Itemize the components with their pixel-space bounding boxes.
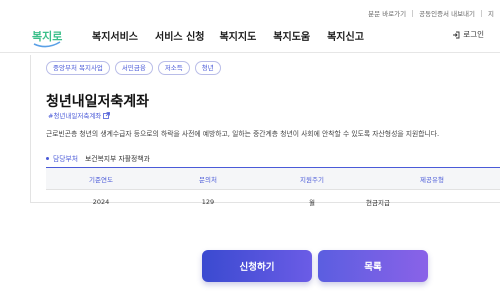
cert-export-link[interactable]: 공동인증서 내보내기 [413,8,481,18]
login-button[interactable]: 로그인 [452,29,484,40]
skip-link[interactable]: 분문 바로가기 [362,8,412,18]
tag-central-ministry[interactable]: 중앙부처 복지사업 [46,61,110,75]
nav-welfare-map[interactable]: 복지지도 [219,28,256,43]
list-button[interactable]: 목록 [318,250,428,282]
table-header-row: 기준연도 문의처 지원주기 제공유형 [46,168,500,190]
hashtag-link[interactable]: #청년내일저축계좌 [48,110,111,120]
nav-welfare-service[interactable]: 복지서비스 [92,28,138,43]
main-nav: 복지서비스 서비스 신청 복지지도 복지도움 복지신고 [92,28,381,43]
header: 복지로 복지서비스 서비스 신청 복지지도 복지도움 복지신고 로그인 [0,20,500,52]
header-divider [0,52,500,53]
department-value: 보건복지부 자활정책과 [85,155,150,163]
nav-welfare-report[interactable]: 복지신고 [327,28,364,43]
external-link-icon [103,111,111,119]
utility-bar: 분문 바로가기 공동인증서 내보내기 지 [362,6,500,20]
page-title: 청년내일저축계좌 [46,94,150,110]
cell-year: 2024 [92,198,110,206]
cell-contact: 129 [201,198,215,206]
logo-text: 복지로 [32,29,62,43]
cell-type: 현금지급 [366,199,390,207]
login-icon [453,31,460,38]
bullet-icon [46,156,49,160]
tag-microfinance[interactable]: 서민금융 [114,61,153,75]
header-year: 기준연도 [89,175,113,184]
service-description: 근로빈곤층 청년의 생계수급자 등으로의 하락을 사전에 예방하고, 일하는 중… [46,130,440,138]
table-row: 2024 129 월 현금지급 [46,190,500,214]
nav-service-apply[interactable]: 서비스 신청 [155,28,204,43]
header-contact: 문의처 [199,175,217,184]
tag-list: 중앙부처 복지사업 서민금융 저소득 청년 [46,61,221,75]
info-table: 기준연도 문의처 지원주기 제공유형 2024 129 월 현금지급 [46,167,500,214]
header-cycle: 지원주기 [300,175,324,184]
cell-cycle: 월 [309,199,315,207]
department-label: 담당부처 [53,155,79,163]
nav-welfare-help[interactable]: 복지도움 [273,28,310,43]
util-link-more[interactable]: 지 [482,8,500,18]
login-label: 로그인 [463,30,484,39]
tag-low-income[interactable]: 저소득 [157,61,190,75]
apply-button[interactable]: 신청하기 [202,250,312,282]
tag-youth[interactable]: 청년 [194,61,221,75]
header-type: 제공유형 [420,175,444,184]
hashtag-text: #청년내일저축계좌 [48,112,102,120]
department-info: 담당부처 보건복지부 자활정책과 [46,153,150,163]
bokjiro-logo[interactable]: 복지로 [30,22,64,50]
